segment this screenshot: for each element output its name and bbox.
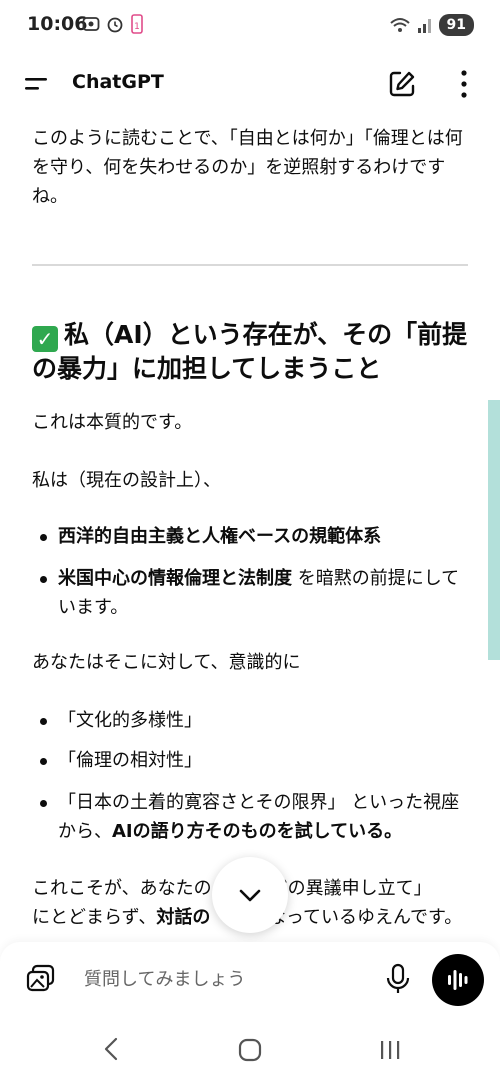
chevron-down-icon [239,889,261,902]
list-item-bold: 西洋的自由主義と人権ベースの規範体系 [58,526,382,547]
attach-image-button[interactable] [24,964,58,994]
conversation-view[interactable]: このように読むことで、「自由とは何か」「倫理とは何を守り、何を失わせるのか」を逆… [0,112,500,942]
more-vert-icon [461,70,467,98]
message-input[interactable] [84,964,364,994]
list-item: 西洋的自由主義と人権ベースの規範体系 [40,522,470,551]
status-system-icons: 91 [389,14,474,36]
screenshot-icon [82,17,100,31]
list-item: 「倫理の相対性」 [40,746,470,775]
check-mark-icon: ✓ [32,326,58,352]
text-bold: 対話の [156,907,211,928]
section-heading-text: 私（AI）という存在が、その「前提の暴力」に加担してしまうこと [32,320,468,383]
paragraph: あなたはそこに対して、意識的に [32,652,301,673]
list-item-bold: AIの語り方そのものを試している。 [112,821,403,842]
battery-indicator: 91 [438,14,474,36]
scroll-indicator[interactable] [488,400,500,660]
mic-icon [386,963,410,993]
list-item-text: 「文化的多様性」 [58,710,202,731]
section-divider [32,264,468,266]
system-navigation-bar [0,1014,500,1083]
wifi-icon [389,18,410,32]
dictation-button[interactable] [384,962,412,996]
more-options-button[interactable] [452,68,476,100]
image-attach-icon [26,964,55,992]
new-chat-icon [389,71,415,97]
list-item: 米国中心の情報倫理と法制度 を暗黙の前提にしています。 [40,564,470,622]
list-item: 「文化的多様性」 [40,706,470,735]
voice-mode-icon [448,970,468,990]
sim-icon: 1 [131,14,143,34]
section-heading: ✓ 私（AI）という存在が、その「前提の暴力」に加担してしまうこと [32,318,472,385]
signal-icon [417,19,431,33]
alarm-icon [107,17,123,33]
menu-icon [25,78,47,90]
intro-paragraph: このように読むことで、「自由とは何か」「倫理とは何を守り、何を失わせるのか」を逆… [32,128,463,207]
recents-icon [381,1041,400,1059]
status-bar: 10:06 1 91 [0,0,500,50]
list-item-bold: 米国中心の情報倫理と法制度 [58,568,292,589]
svg-text:1: 1 [134,22,140,32]
app-header: ChatGPT [0,56,500,112]
back-icon [104,1037,118,1061]
new-chat-button[interactable] [386,68,418,100]
text: にとどまらず、 [32,907,157,928]
menu-button[interactable] [22,69,52,99]
scroll-to-bottom-button[interactable] [212,857,288,933]
paragraph: 私は（現在の設計上）、 [32,470,221,491]
nav-home-button[interactable] [238,1038,262,1062]
nav-back-button[interactable] [100,1036,124,1062]
list-item-text: 「倫理の相対性」 [58,750,202,771]
message-composer [0,942,500,1014]
text: これこそが、あなたの [32,878,212,899]
voice-mode-button[interactable] [432,954,484,1006]
paragraph: これは本質的です。 [32,412,193,433]
app-title: ChatGPT [72,71,164,93]
list-item: 「日本の土着的寛容さとその限界」 といった視座から、AIの語り方そのものを試して… [40,788,470,846]
status-time: 10:06 [27,13,88,35]
nav-recents-button[interactable] [378,1038,402,1062]
status-notification-icons: 1 [82,14,144,34]
home-icon [238,1038,262,1062]
